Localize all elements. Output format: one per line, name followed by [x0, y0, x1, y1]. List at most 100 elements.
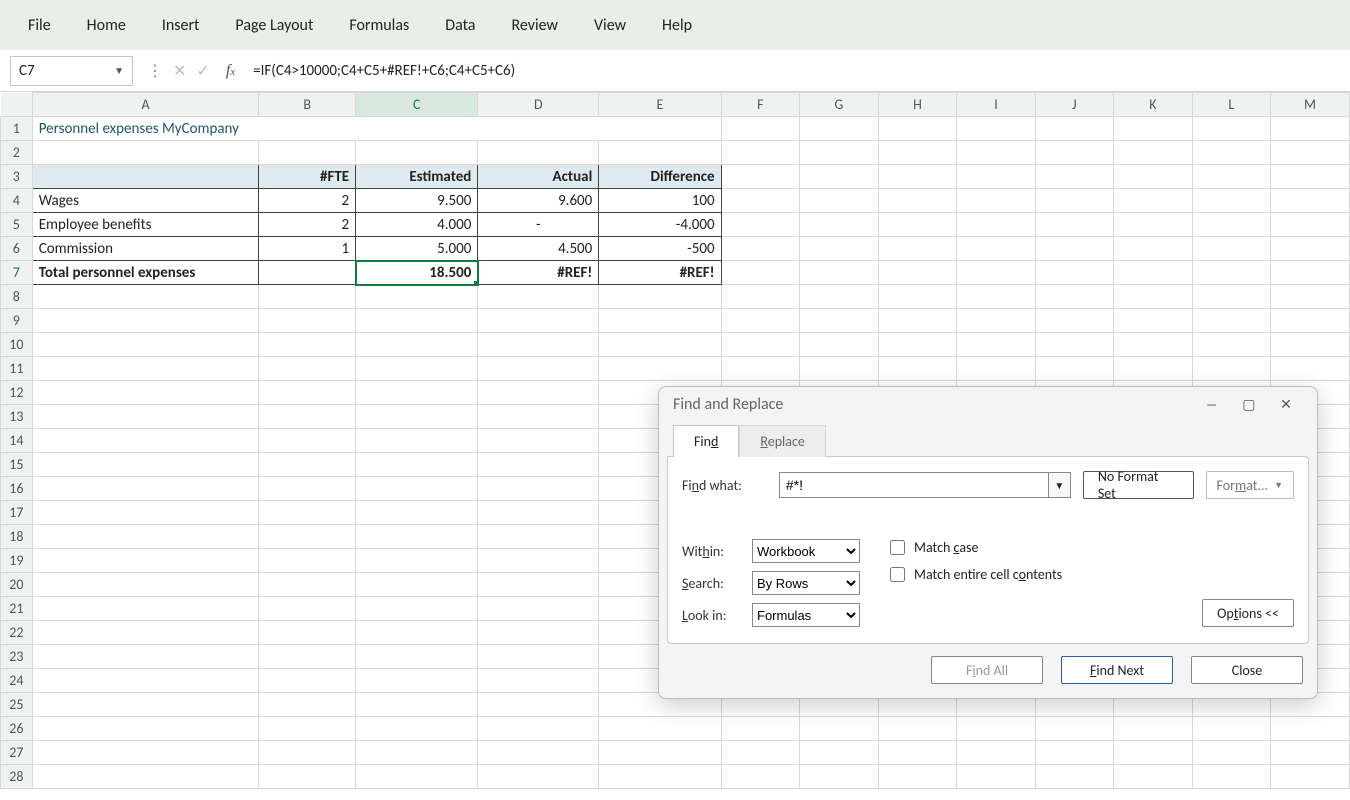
within-select[interactable]: Workbook — [752, 539, 860, 563]
cell[interactable] — [478, 717, 599, 741]
cell[interactable] — [599, 141, 721, 165]
row-header[interactable]: 11 — [1, 357, 33, 381]
cell[interactable] — [1035, 357, 1113, 381]
cell[interactable] — [878, 141, 957, 165]
row-header[interactable]: 16 — [1, 477, 33, 501]
cell[interactable] — [32, 693, 259, 717]
cell[interactable] — [1192, 717, 1270, 741]
menu-file[interactable]: File — [10, 16, 69, 35]
cell[interactable] — [1114, 165, 1193, 189]
tab-replace[interactable]: Replace — [739, 425, 826, 457]
cell[interactable] — [259, 717, 356, 741]
cell[interactable] — [957, 237, 1035, 261]
col-J[interactable]: J — [1035, 93, 1113, 117]
cell[interactable] — [721, 237, 800, 261]
col-E[interactable]: E — [599, 93, 721, 117]
cell[interactable] — [356, 741, 478, 765]
cell[interactable] — [1114, 333, 1193, 357]
cell[interactable] — [1192, 141, 1270, 165]
cell[interactable] — [957, 333, 1035, 357]
cell[interactable] — [32, 285, 259, 309]
chevron-down-icon[interactable]: ▼ — [1049, 472, 1071, 498]
cell[interactable] — [1114, 261, 1193, 285]
cell[interactable] — [1271, 141, 1350, 165]
fx-icon[interactable]: fx — [226, 62, 235, 80]
cell[interactable] — [356, 381, 478, 405]
cell[interactable] — [800, 237, 879, 261]
cell[interactable] — [957, 261, 1035, 285]
cell[interactable] — [478, 285, 599, 309]
cell[interactable] — [1271, 357, 1350, 381]
row-header[interactable]: 6 — [1, 237, 33, 261]
cell[interactable] — [800, 213, 879, 237]
cell[interactable] — [478, 621, 599, 645]
cell[interactable] — [259, 597, 356, 621]
find-next-button[interactable]: Find Next — [1061, 656, 1173, 684]
cell[interactable] — [259, 525, 356, 549]
cell[interactable] — [32, 309, 259, 333]
menu-data[interactable]: Data — [427, 16, 493, 35]
col-I[interactable]: I — [957, 93, 1035, 117]
name-box[interactable]: C7 ▼ — [10, 56, 133, 86]
menu-home[interactable]: Home — [69, 16, 144, 35]
cell-selected[interactable]: 18.500 — [356, 261, 478, 285]
cell[interactable] — [478, 141, 599, 165]
cell[interactable] — [1035, 117, 1113, 141]
col-M[interactable]: M — [1271, 93, 1350, 117]
cell[interactable] — [800, 261, 879, 285]
cell[interactable] — [800, 285, 879, 309]
cell[interactable] — [1192, 765, 1270, 789]
find-what-combo[interactable]: ▼ — [779, 472, 1071, 498]
sheet-title[interactable]: Personnel expenses MyCompany — [32, 117, 721, 141]
row-header[interactable]: 7 — [1, 261, 33, 285]
menu-insert[interactable]: Insert — [144, 16, 218, 35]
cell[interactable] — [1192, 117, 1270, 141]
cell[interactable] — [800, 741, 879, 765]
cell[interactable] — [259, 453, 356, 477]
menu-formulas[interactable]: Formulas — [331, 16, 427, 35]
col-F[interactable]: F — [721, 93, 800, 117]
row-header[interactable]: 12 — [1, 381, 33, 405]
cell[interactable] — [599, 357, 721, 381]
cell[interactable] — [1035, 285, 1113, 309]
cell[interactable] — [1192, 189, 1270, 213]
cell[interactable] — [1192, 165, 1270, 189]
row-header[interactable]: 3 — [1, 165, 33, 189]
cell[interactable] — [1035, 237, 1113, 261]
cell[interactable] — [478, 453, 599, 477]
cell[interactable] — [878, 357, 957, 381]
row-header[interactable]: 22 — [1, 621, 33, 645]
select-all-corner[interactable] — [1, 93, 33, 117]
cell[interactable] — [478, 597, 599, 621]
cell[interactable] — [957, 141, 1035, 165]
cell[interactable] — [32, 141, 259, 165]
cell[interactable] — [878, 741, 957, 765]
col-H[interactable]: H — [878, 93, 957, 117]
cell[interactable] — [356, 405, 478, 429]
cell[interactable] — [957, 717, 1035, 741]
menu-help[interactable]: Help — [644, 16, 710, 35]
cell[interactable] — [599, 333, 721, 357]
cell[interactable] — [721, 165, 800, 189]
cell[interactable] — [356, 621, 478, 645]
cell[interactable] — [478, 573, 599, 597]
cell[interactable] — [32, 741, 259, 765]
cell[interactable] — [1271, 237, 1350, 261]
row-header[interactable]: 28 — [1, 765, 33, 789]
cell[interactable] — [259, 261, 356, 285]
cell[interactable] — [1114, 237, 1193, 261]
cell[interactable] — [1035, 333, 1113, 357]
cell[interactable] — [32, 765, 259, 789]
cell[interactable]: -4.000 — [599, 213, 721, 237]
cell[interactable]: 5.000 — [356, 237, 478, 261]
row-header[interactable]: 20 — [1, 573, 33, 597]
cell[interactable] — [1114, 357, 1193, 381]
cell[interactable]: 4.000 — [356, 213, 478, 237]
cancel-icon[interactable]: ✕ — [173, 61, 186, 81]
cell[interactable] — [878, 189, 957, 213]
cell[interactable] — [878, 309, 957, 333]
cell[interactable] — [800, 117, 879, 141]
cell[interactable] — [259, 357, 356, 381]
cell[interactable] — [957, 165, 1035, 189]
cell[interactable] — [721, 309, 800, 333]
